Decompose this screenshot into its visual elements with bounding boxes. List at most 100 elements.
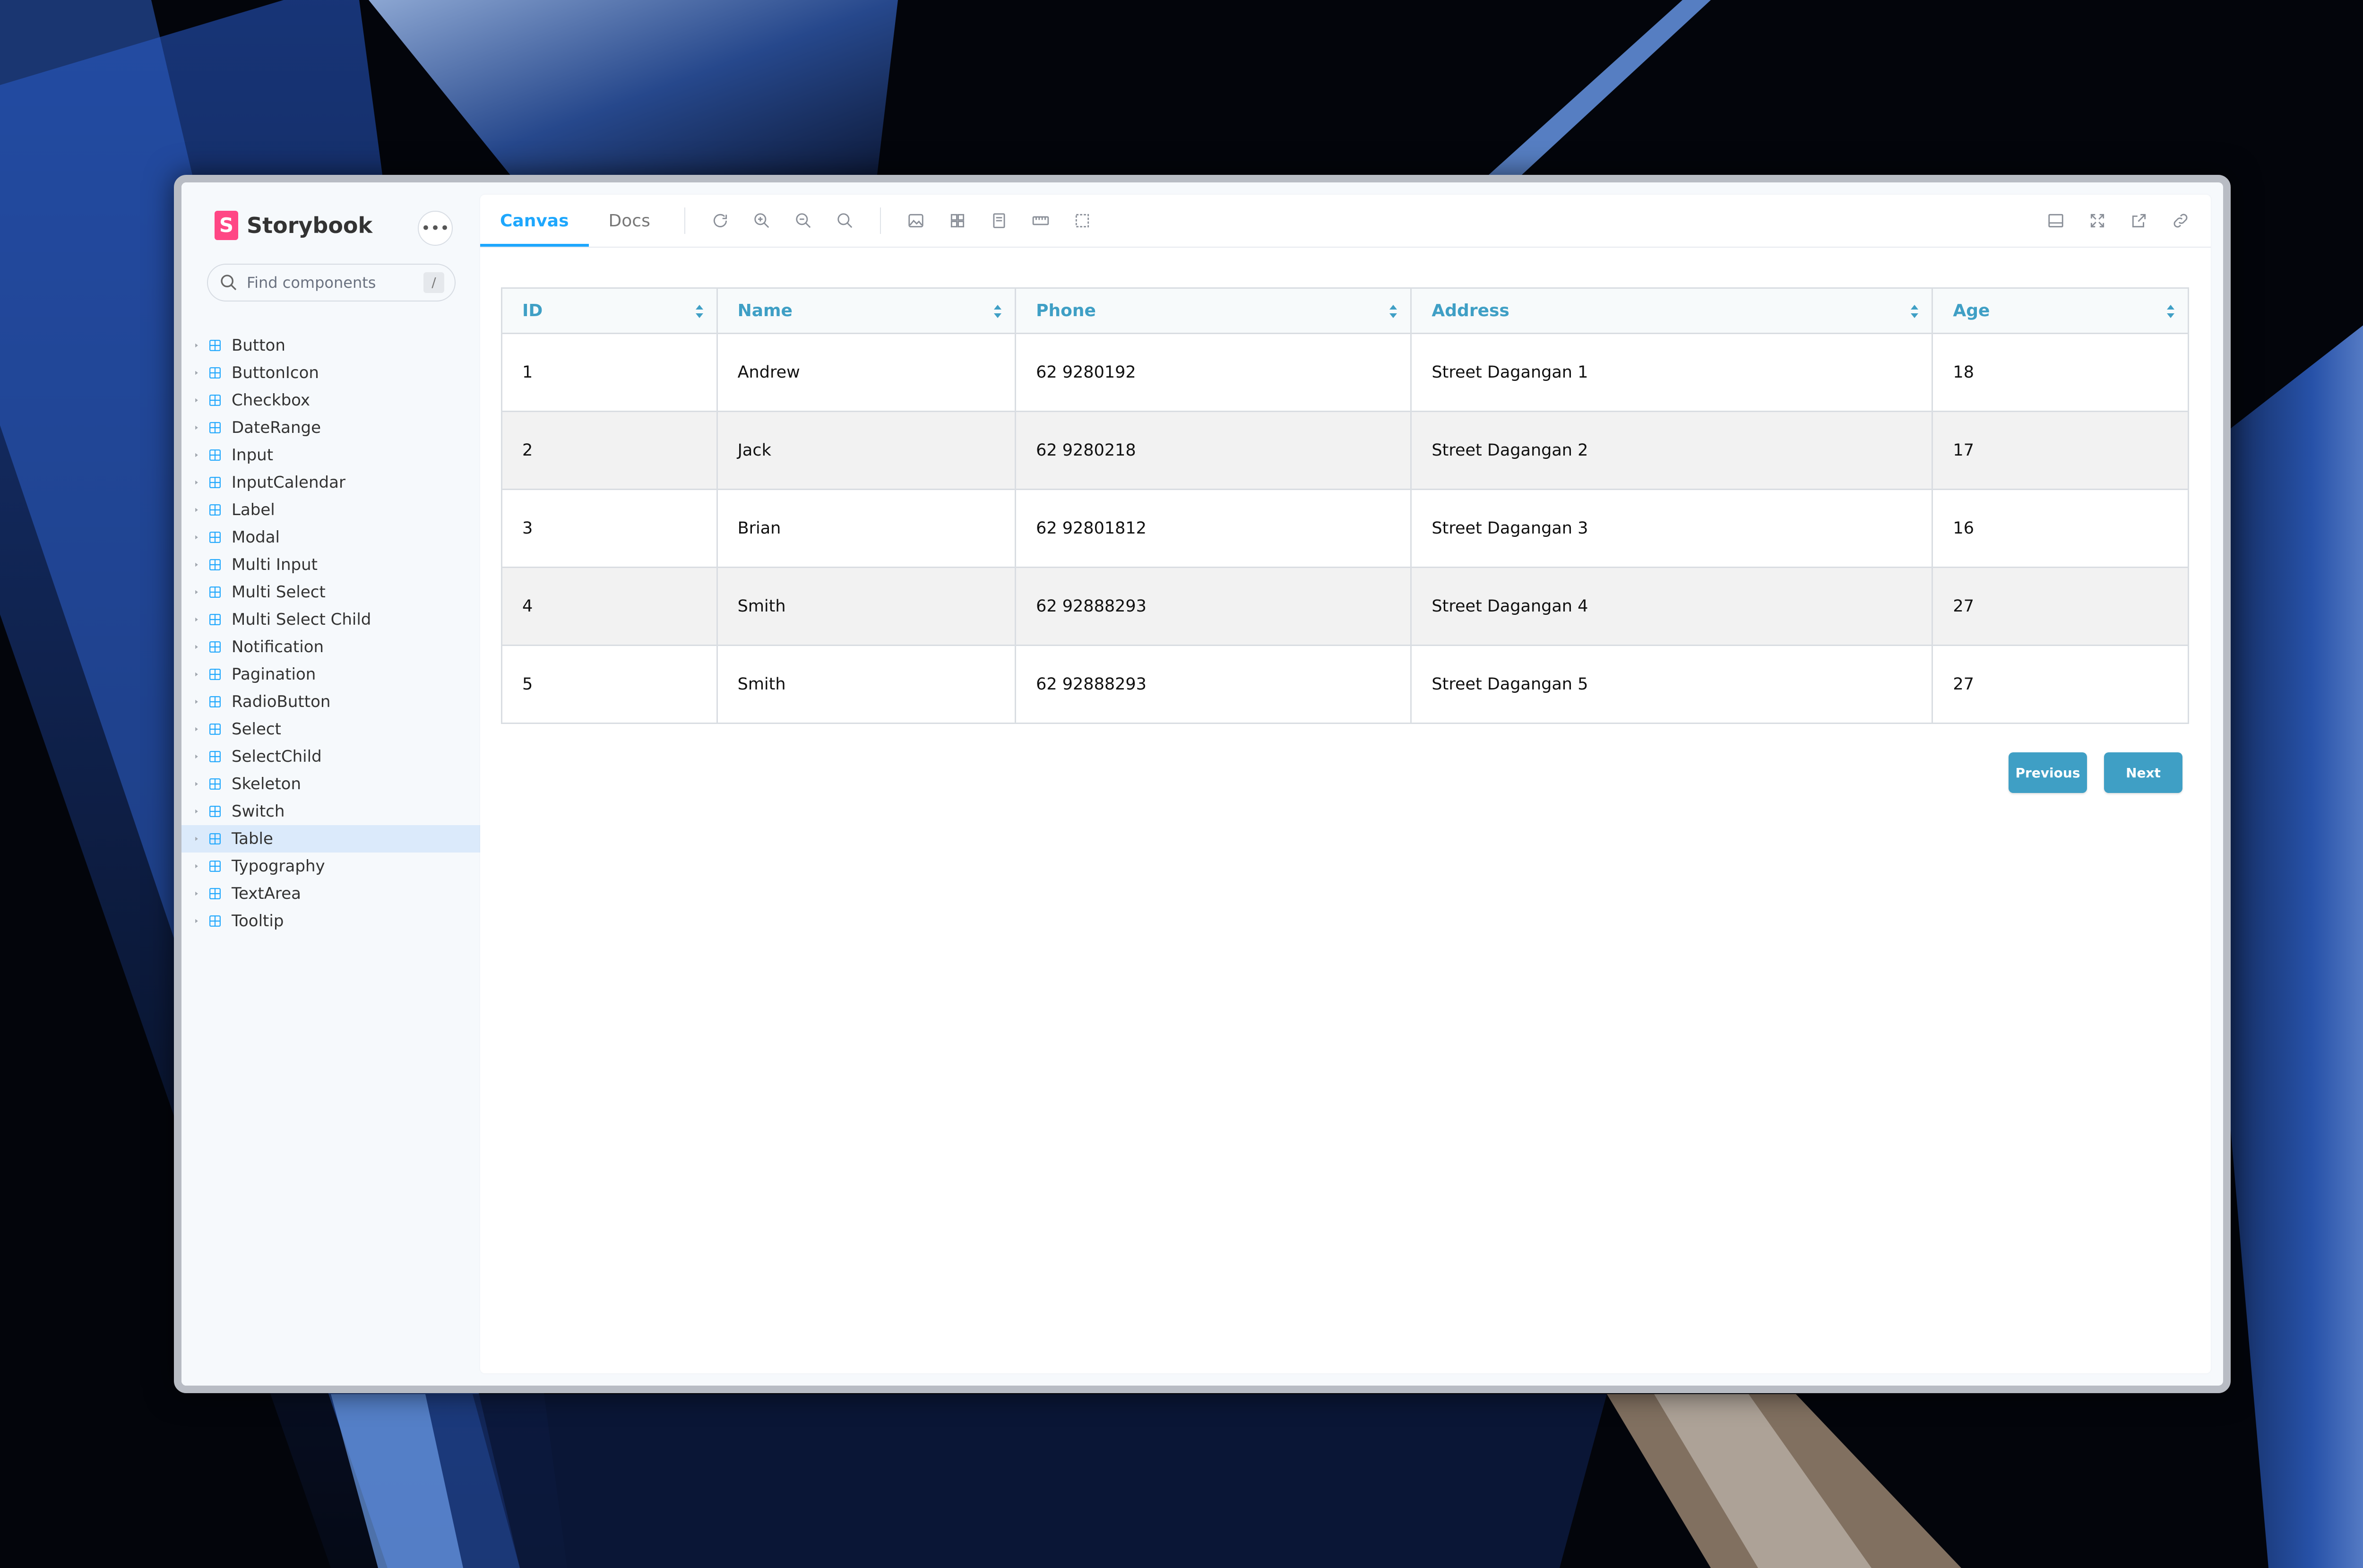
cell-age: 17: [1932, 411, 2189, 490]
cell-age: 27: [1932, 645, 2189, 724]
component-icon: [209, 614, 221, 625]
measure-button[interactable]: [1020, 195, 1061, 247]
previous-button[interactable]: Previous: [2009, 752, 2087, 793]
sidebar-item-multi-input[interactable]: Multi Input: [181, 551, 480, 578]
cell-address: Street Dagangan 1: [1411, 333, 1933, 412]
cell-id: 2: [501, 411, 718, 490]
copy-link-button[interactable]: [2160, 195, 2201, 247]
sidebar-item-textarea[interactable]: TextArea: [181, 880, 480, 907]
next-button[interactable]: Next: [2104, 752, 2182, 793]
sidebar-item-modal[interactable]: Modal: [181, 524, 480, 551]
sidebar-item-tooltip[interactable]: Tooltip: [181, 907, 480, 935]
sidebar-item-label: Tooltip: [232, 912, 284, 930]
column-header-address[interactable]: Address: [1411, 288, 1933, 334]
toolbar-divider: [880, 207, 881, 234]
caret-right-icon: [191, 367, 202, 379]
sidebar-item-selectchild[interactable]: SelectChild: [181, 743, 480, 770]
caret-right-icon: [191, 532, 202, 543]
sidebar-item-label: Modal: [232, 528, 280, 547]
column-header-age[interactable]: Age: [1932, 288, 2189, 334]
sidebar-item-pagination[interactable]: Pagination: [181, 661, 480, 688]
toolbar: Canvas Docs: [480, 195, 2211, 248]
zoom-out-button[interactable]: [783, 195, 824, 247]
sidebar-item-inputcalendar[interactable]: InputCalendar: [181, 469, 480, 496]
grid-button[interactable]: [937, 195, 978, 247]
caret-right-icon: [191, 778, 202, 790]
reset-zoom-button[interactable]: [824, 195, 866, 247]
sidebar-item-label[interactable]: Label: [181, 496, 480, 524]
tab-docs[interactable]: Docs: [589, 195, 670, 247]
reload-icon: [713, 214, 727, 227]
sidebar-item-label: Input: [232, 446, 274, 465]
component-icon: [209, 915, 221, 927]
column-header-name[interactable]: Name: [717, 288, 1017, 334]
component-icon: [209, 888, 221, 899]
cell-phone: 62 92888293: [1015, 567, 1412, 646]
sidebar-item-daterange[interactable]: DateRange: [181, 414, 480, 441]
sidebar-item-radiobutton[interactable]: RadioButton: [181, 688, 480, 715]
sidebar-item-buttonicon[interactable]: ButtonIcon: [181, 359, 480, 387]
grid-icon: [950, 214, 964, 228]
caret-right-icon: [191, 724, 202, 735]
cell-age: 16: [1932, 489, 2189, 568]
brand[interactable]: S Storybook: [215, 211, 372, 240]
viewport-icon: [993, 213, 1005, 228]
toggle-panel-button[interactable]: [2035, 195, 2077, 247]
reload-button[interactable]: [699, 195, 741, 247]
sidebar-item-label: Checkbox: [232, 391, 310, 410]
component-icon: [209, 532, 221, 543]
sidebar-item-table[interactable]: Table: [181, 825, 480, 853]
sort-icon: [1911, 305, 1919, 318]
data-table: ID Name Phone Address Age 1 Andrew 62 92…: [501, 287, 2189, 724]
outline-button[interactable]: [1061, 195, 1103, 247]
sidebar-item-label: TextArea: [232, 884, 302, 903]
viewport-button[interactable]: [978, 195, 1020, 247]
search-shortcut-badge: /: [423, 272, 444, 293]
toolbar-right: [2035, 195, 2201, 247]
component-icon: [209, 340, 221, 351]
sidebar-item-notification[interactable]: Notification: [181, 633, 480, 661]
storybook-window: S Storybook ••• / Button ButtonIcon Checkb…: [174, 175, 2231, 1393]
sidebar-item-switch[interactable]: Switch: [181, 798, 480, 825]
sidebar-item-label: Table: [232, 829, 273, 848]
sidebar-item-select[interactable]: Select: [181, 715, 480, 743]
sidebar-item-label: Label: [232, 500, 275, 519]
sidebar-item-label: Multi Select Child: [232, 610, 371, 629]
caret-right-icon: [191, 696, 202, 707]
fullscreen-button[interactable]: [2077, 195, 2118, 247]
column-header-phone[interactable]: Phone: [1015, 288, 1412, 334]
search-input[interactable]: [246, 273, 418, 292]
background-button[interactable]: [895, 195, 937, 247]
component-icon: [209, 586, 221, 598]
ellipsis-icon: •••: [421, 219, 450, 238]
sidebar-item-input[interactable]: Input: [181, 441, 480, 469]
caret-right-icon: [191, 504, 202, 516]
sidebar-item-typography[interactable]: Typography: [181, 853, 480, 880]
caret-right-icon: [191, 833, 202, 844]
component-icon: [209, 806, 221, 817]
zoom-in-button[interactable]: [741, 195, 783, 247]
cell-address: Street Dagangan 2: [1411, 411, 1933, 490]
tab-canvas[interactable]: Canvas: [480, 195, 589, 247]
zoom-in-icon: [754, 213, 769, 228]
open-new-tab-button[interactable]: [2118, 195, 2160, 247]
table-row: 2 Jack 62 9280218 Street Dagangan 2 17: [501, 411, 2189, 490]
sidebar-item-label: RadioButton: [232, 692, 331, 711]
sidebar-item-skeleton[interactable]: Skeleton: [181, 770, 480, 798]
column-header-id[interactable]: ID: [501, 288, 718, 334]
sidebar-item-multi-select[interactable]: Multi Select: [181, 578, 480, 606]
more-menu-button[interactable]: •••: [418, 211, 453, 246]
preview-panel: Canvas Docs ID Name Phone Address Age 1 …: [480, 195, 2211, 1373]
sort-icon: [994, 305, 1002, 318]
sidebar-item-button[interactable]: Button: [181, 332, 480, 359]
search-box[interactable]: /: [207, 264, 456, 302]
cell-name: Jack: [717, 411, 1017, 490]
sidebar-item-multi-select-child[interactable]: Multi Select Child: [181, 606, 480, 633]
sidebar-item-checkbox[interactable]: Checkbox: [181, 387, 480, 414]
component-icon: [209, 641, 221, 653]
component-tree: Button ButtonIcon Checkbox DateRange Input In…: [181, 332, 480, 935]
sidebar-item-label: Button: [232, 336, 285, 355]
caret-right-icon: [191, 477, 202, 488]
cell-id: 5: [501, 645, 718, 724]
outline-icon: [1075, 214, 1089, 228]
